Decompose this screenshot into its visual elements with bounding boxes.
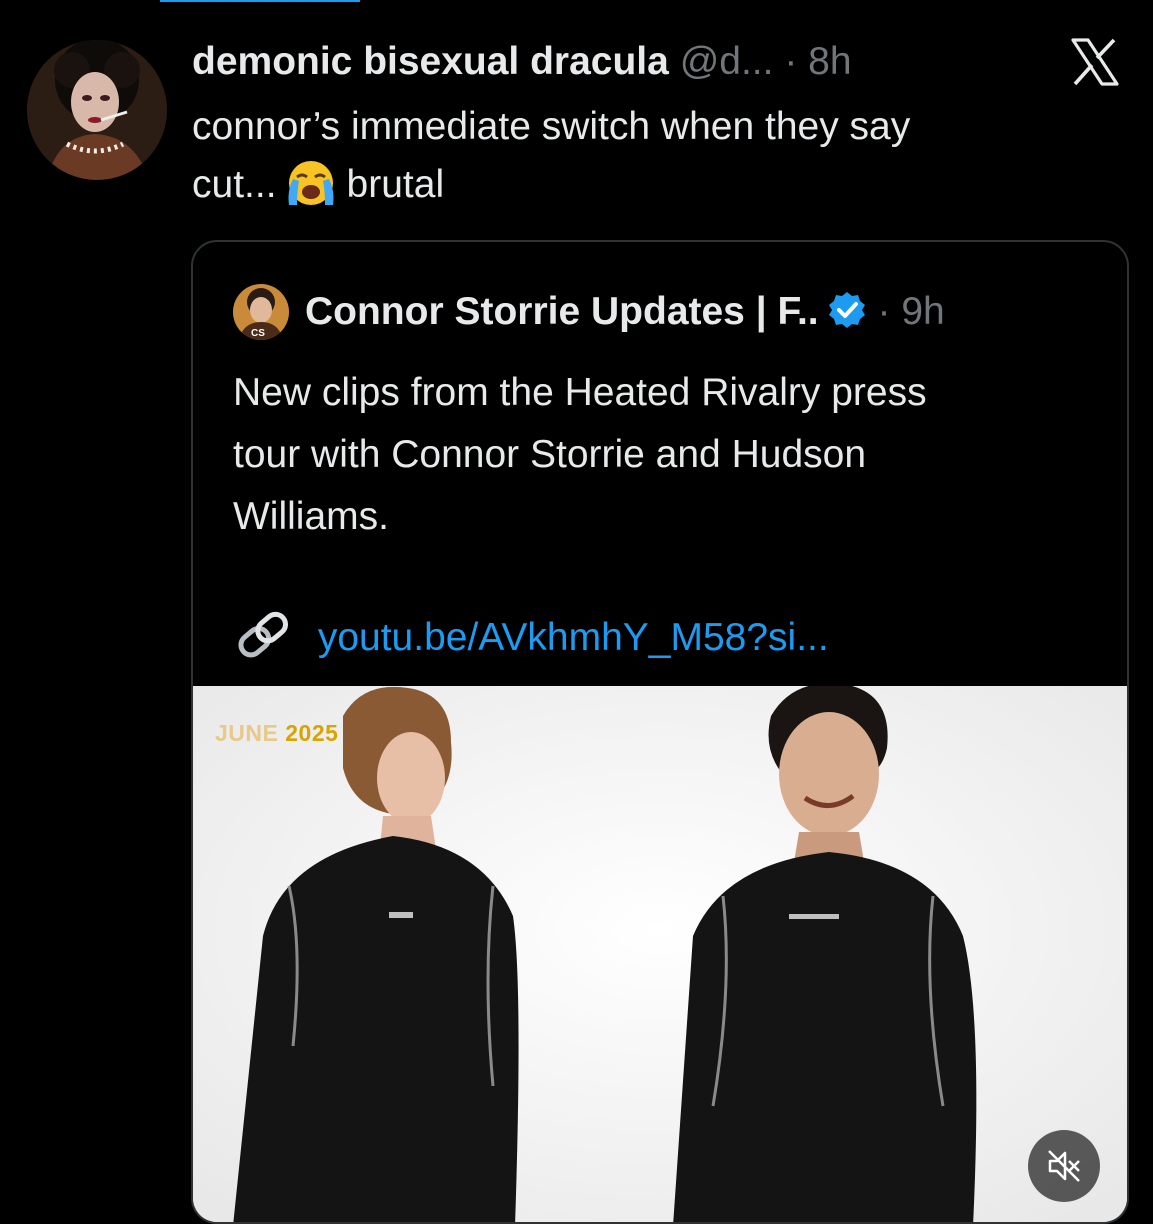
overlay-month: JUNE [215, 720, 279, 746]
link-icon [233, 610, 295, 658]
x-logo-icon[interactable] [1070, 38, 1120, 86]
quoted-tweet-card[interactable]: CS Connor Storrie Updates | F.. · 9h New… [191, 240, 1129, 1224]
separator-dot: · [784, 40, 798, 83]
tweet-text-line1: connor’s immediate switch when they say [192, 105, 911, 148]
tweet-timestamp[interactable]: 8h [808, 40, 851, 83]
tweet-text-line2-start: cut... [192, 163, 277, 206]
quoted-text-line1: New clips from the Heated Rivalry press [233, 371, 927, 414]
video-player[interactable]: JUNE 2025 [193, 686, 1127, 1222]
quoted-text-line3: Williams. [233, 495, 389, 538]
quoted-author-avatar[interactable]: CS [233, 284, 289, 340]
author-avatar[interactable] [27, 40, 167, 180]
quoted-tweet-header: Connor Storrie Updates | F.. · 9h [305, 284, 1105, 340]
tweet-text-line2-end: brutal [346, 163, 445, 206]
quoted-text-line2: tour with Connor Storrie and Hudson [233, 433, 867, 476]
author-display-name[interactable]: demonic bisexual dracula [192, 40, 669, 83]
video-date-overlay: JUNE 2025 [215, 720, 338, 747]
tweet-text: connor’s immediate switch when they say … [192, 98, 1122, 214]
svg-text:CS: CS [251, 328, 265, 339]
tweet-header: demonic bisexual dracula @d... · 8h [192, 34, 952, 90]
quoted-link[interactable]: youtu.be/AVkhmhY_M58?si... [318, 616, 829, 659]
author-handle[interactable]: @d... [680, 40, 774, 83]
quoted-separator-dot: · [877, 290, 891, 333]
quoted-timestamp[interactable]: 9h [901, 290, 944, 333]
loudly-crying-face-emoji-icon [283, 159, 339, 207]
mute-button[interactable] [1028, 1130, 1100, 1202]
quoted-author-name[interactable]: Connor Storrie Updates | F.. [305, 290, 819, 333]
quoted-link-row: youtu.be/AVkhmhY_M58?si... [233, 608, 829, 668]
quoted-tweet-text: New clips from the Heated Rivalry press … [233, 362, 1093, 548]
verified-badge-icon [827, 290, 867, 330]
overlay-year: 2025 [285, 720, 339, 746]
mute-icon [1048, 1150, 1080, 1182]
top-accent-line [160, 0, 360, 2]
